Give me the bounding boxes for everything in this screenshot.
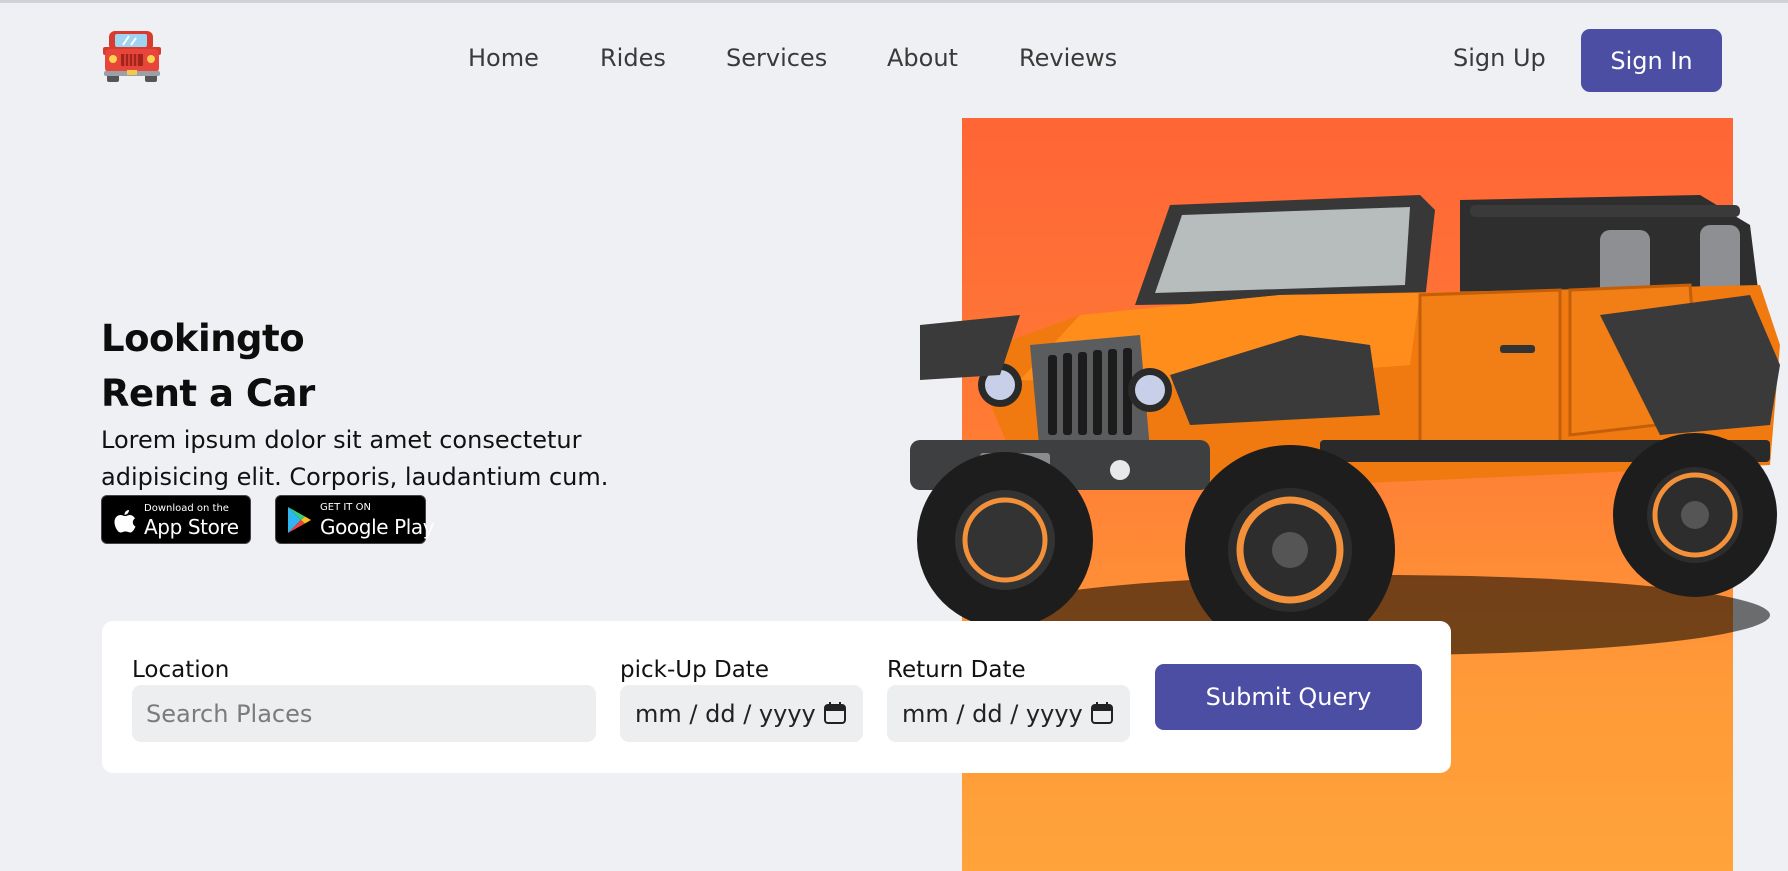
nav-rides[interactable]: Rides [600,44,666,72]
pickup-date-input[interactable]: mm / dd / yyyy [620,685,863,742]
nav-services[interactable]: Services [726,44,827,72]
calendar-icon[interactable] [823,701,847,725]
return-date-input[interactable]: mm / dd / yyyy [887,685,1130,742]
calendar-icon[interactable] [1090,701,1114,725]
location-label: Location [132,657,230,683]
booking-form: Location pick-Up Date mm / dd / yyyy Ret… [102,621,1451,773]
hero-description: Lorem ipsum dolor sit amet consectetur a… [101,426,609,491]
nav-home[interactable]: Home [468,44,539,72]
app-store-big-text: App Store [144,515,239,539]
orange-jeep-image [910,195,1780,655]
google-play-small-text: GET IT ON [320,502,371,513]
google-play-icon [288,507,311,533]
hero-title-line1: Lookingto [101,317,305,360]
sign-in-button[interactable]: Sign In [1581,29,1722,92]
top-divider [0,0,1788,3]
hero-title-line2: Rent a Car [101,372,315,415]
sign-up-link[interactable]: Sign Up [1453,44,1546,72]
location-search-input[interactable] [144,698,596,729]
nav-about[interactable]: About [887,44,958,72]
red-car-icon[interactable] [101,29,163,83]
app-store-small-text: Download on the [144,503,229,514]
pickup-date-label: pick-Up Date [620,657,769,683]
return-date-value: mm / dd / yyyy [902,699,1083,728]
pickup-date-value: mm / dd / yyyy [635,699,816,728]
nav-reviews[interactable]: Reviews [1019,44,1117,72]
google-play-button[interactable]: GET IT ON Google Play [275,495,435,544]
location-field[interactable] [132,685,596,742]
submit-query-button[interactable]: Submit Query [1155,664,1422,730]
apple-icon [114,509,136,533]
google-play-big-text: Google Play [320,515,435,539]
return-date-label: Return Date [887,657,1026,683]
app-store-button[interactable]: Download on the App Store [101,495,251,544]
